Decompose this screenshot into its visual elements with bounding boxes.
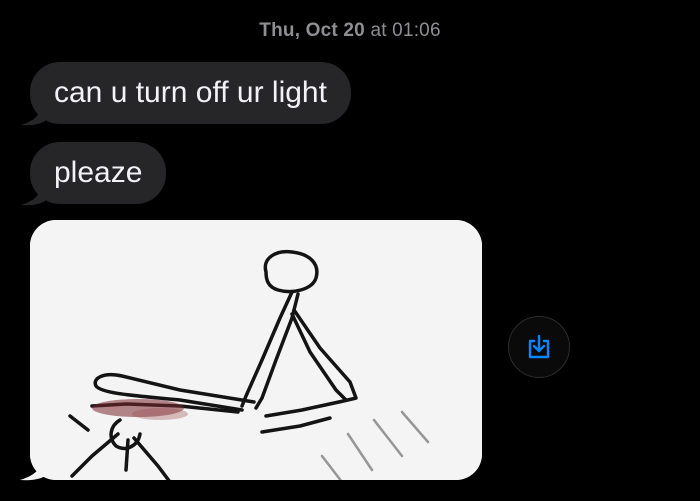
- timestamp-day: Thu, Oct 20: [259, 20, 365, 41]
- image-message[interactable]: [20, 220, 482, 481]
- image-content: [30, 220, 482, 480]
- save-to-device-button[interactable]: [508, 316, 570, 378]
- bubble-tail: [21, 98, 49, 126]
- message-text: pleaze: [54, 156, 143, 189]
- message-text: can u turn off ur light: [54, 76, 327, 109]
- save-to-device-icon: [528, 334, 550, 359]
- message-bubble-incoming[interactable]: can u turn off ur light: [21, 62, 351, 126]
- message-bubble-incoming[interactable]: pleaze: [21, 142, 167, 206]
- timestamp-time: at 01:06: [370, 20, 441, 41]
- conversation-timestamp: Thu, Oct 20 at 01:06: [0, 20, 700, 42]
- bubble-tail: [21, 178, 49, 206]
- stick-figure-drawing: [30, 220, 482, 480]
